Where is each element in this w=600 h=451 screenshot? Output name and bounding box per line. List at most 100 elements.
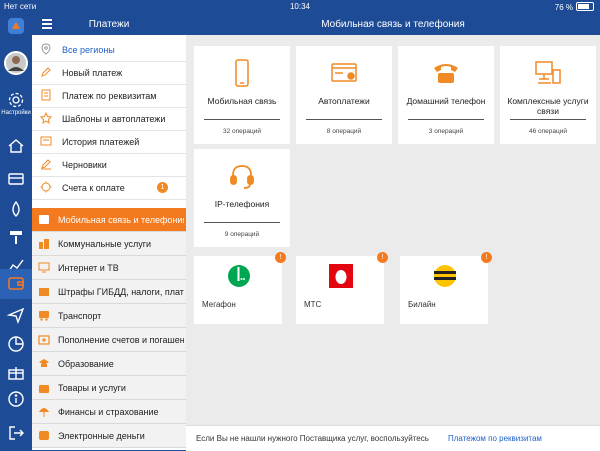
category-mobile[interactable]: Мобильная связь и телефония <box>32 208 186 232</box>
menu-item-bills[interactable]: Счета к оплате 1 <box>32 176 186 200</box>
provider-alert-badge: ! <box>275 252 286 263</box>
menu-item-label: Счета к оплате <box>62 183 125 193</box>
home-icon[interactable] <box>6 137 26 157</box>
menu-item-drafts[interactable]: Черновики <box>32 153 186 177</box>
category-e-money[interactable]: Электронные деньги <box>32 424 186 448</box>
service-card-landline[interactable]: Домашний телефон 3 операций <box>398 46 494 144</box>
status-bar: Нет сети 10:34 76 % <box>0 0 600 13</box>
payments-menu: Платежи Все регионы Новый платеж Платеж … <box>32 13 186 450</box>
provider-mts[interactable]: МТС ! <box>296 252 388 324</box>
menu-item-payment-by-details[interactable]: Платеж по реквизитам <box>32 84 186 108</box>
location-pin-icon <box>40 43 52 55</box>
main-header: Мобильная связь и телефония <box>186 13 600 35</box>
category-label: Пополнение счетов и погашен... <box>58 335 184 345</box>
card-label: Комплексные услуги связи <box>507 96 589 116</box>
bell-icon <box>40 181 52 193</box>
info-icon[interactable] <box>6 390 26 410</box>
category-internet-tv[interactable]: Интернет и ТВ <box>32 256 186 280</box>
menu-item-label: История платежей <box>62 137 140 147</box>
category-label: Интернет и ТВ <box>58 263 119 273</box>
provider-megafon[interactable]: Мегафон ! <box>194 252 286 324</box>
send-icon[interactable] <box>6 306 26 326</box>
bills-count-badge: 1 <box>157 182 168 193</box>
battery-icon <box>576 2 594 11</box>
category-education[interactable]: Образование <box>32 352 186 376</box>
service-card-complex[interactable]: Комплексные услуги связи 46 операций <box>500 46 596 144</box>
menu-item-label: Черновики <box>62 160 107 170</box>
left-rail: Настройки <box>0 13 32 450</box>
menu-item-all-regions[interactable]: Все регионы <box>32 38 186 62</box>
star-icon <box>39 111 53 125</box>
provider-alert-badge: ! <box>481 252 492 263</box>
complex-services-icon <box>500 58 596 88</box>
shopping-bag-icon <box>38 382 50 393</box>
card-icon[interactable] <box>6 170 26 190</box>
tv-icon <box>38 262 50 273</box>
category-account-topup[interactable]: Пополнение счетов и погашен... <box>32 328 186 352</box>
card-count: 8 операций <box>326 128 362 135</box>
card-label: IP-телефония <box>214 199 270 209</box>
autopay-icon <box>296 58 392 88</box>
card-divider <box>408 119 484 120</box>
card-label: Мобильная связь <box>207 96 277 106</box>
landline-phone-icon <box>398 58 494 88</box>
footer-hint: Если Вы не нашли нужного Поставщика услу… <box>186 425 600 451</box>
provider-alert-badge: ! <box>377 252 388 263</box>
card-label: Автоплатежи <box>318 96 370 106</box>
category-goods-services[interactable]: Товары и услуги <box>32 376 186 400</box>
pencil-icon <box>40 66 52 78</box>
card-count: 46 операций <box>528 128 567 135</box>
pie-chart-icon[interactable] <box>6 335 26 355</box>
gift-icon[interactable] <box>6 363 26 383</box>
page-title: Мобильная связь и телефония <box>321 19 465 30</box>
card-divider <box>204 222 280 223</box>
menu-item-label: Новый платеж <box>62 68 123 78</box>
settings-gear-icon[interactable] <box>6 91 26 111</box>
category-label: Товары и услуги <box>58 383 126 393</box>
category-utilities[interactable]: Коммунальные услуги <box>32 232 186 256</box>
menu-item-new-payment[interactable]: Новый платеж <box>32 61 186 85</box>
service-card-autopay[interactable]: Автоплатежи 8 операций <box>296 46 392 144</box>
drafts-icon <box>40 158 52 170</box>
provider-name: Мегафон <box>202 300 236 309</box>
category-transport[interactable]: Транспорт <box>32 304 186 328</box>
menu-item-label: Шаблоны и автоплатежи <box>62 114 166 124</box>
provider-name: МТС <box>304 300 322 309</box>
service-card-ip-telephony[interactable]: IP-телефония 9 операций <box>194 149 290 247</box>
main-content: Мобильная связь 32 операций Автоплатежи … <box>186 35 600 425</box>
category-label: Коммунальные услуги <box>58 239 152 249</box>
wallet-icon[interactable] <box>6 274 26 294</box>
category-label: Мобильная связь и телефония <box>58 215 184 225</box>
category-finance-insurance[interactable]: Финансы и страхование <box>32 400 186 424</box>
service-card-mobile[interactable]: Мобильная связь 32 операций <box>194 46 290 144</box>
menu-item-templates[interactable]: Шаблоны и автоплатежи <box>32 107 186 131</box>
logo-icon[interactable] <box>6 17 26 37</box>
logout-icon[interactable] <box>6 424 26 444</box>
battery-status: 76 % <box>555 2 594 12</box>
card-count: 3 операций <box>428 128 464 135</box>
avatar[interactable] <box>3 50 29 76</box>
utilities-icon <box>38 238 50 249</box>
settings-label: Настройки <box>1 110 31 116</box>
card-label: Домашний телефон <box>406 96 486 106</box>
bus-icon <box>38 310 50 321</box>
category-label: Транспорт <box>58 311 102 321</box>
category-label: Образование <box>58 359 114 369</box>
e-money-icon <box>38 430 50 441</box>
paint-roller-icon[interactable] <box>6 228 26 248</box>
drop-icon[interactable] <box>6 200 26 220</box>
menu-item-history[interactable]: История платежей <box>32 130 186 154</box>
menu-item-label: Платеж по реквизитам <box>62 91 157 101</box>
beeline-logo <box>433 264 457 288</box>
payment-by-details-link[interactable]: Платежом по реквизитам <box>448 434 542 443</box>
provider-beeline[interactable]: Билайн ! <box>400 252 492 324</box>
category-label: Электронные деньги <box>58 431 145 441</box>
category-fines-taxes[interactable]: Штрафы ГИБДД, налоги, плате... <box>32 280 186 304</box>
menu-item-label: Все регионы <box>62 45 115 55</box>
card-count: 9 операций <box>224 231 260 238</box>
card-divider <box>204 119 280 120</box>
history-icon <box>40 135 52 147</box>
headset-icon <box>194 161 290 191</box>
provider-name: Билайн <box>408 300 436 309</box>
mobile-phone-icon <box>194 58 290 88</box>
